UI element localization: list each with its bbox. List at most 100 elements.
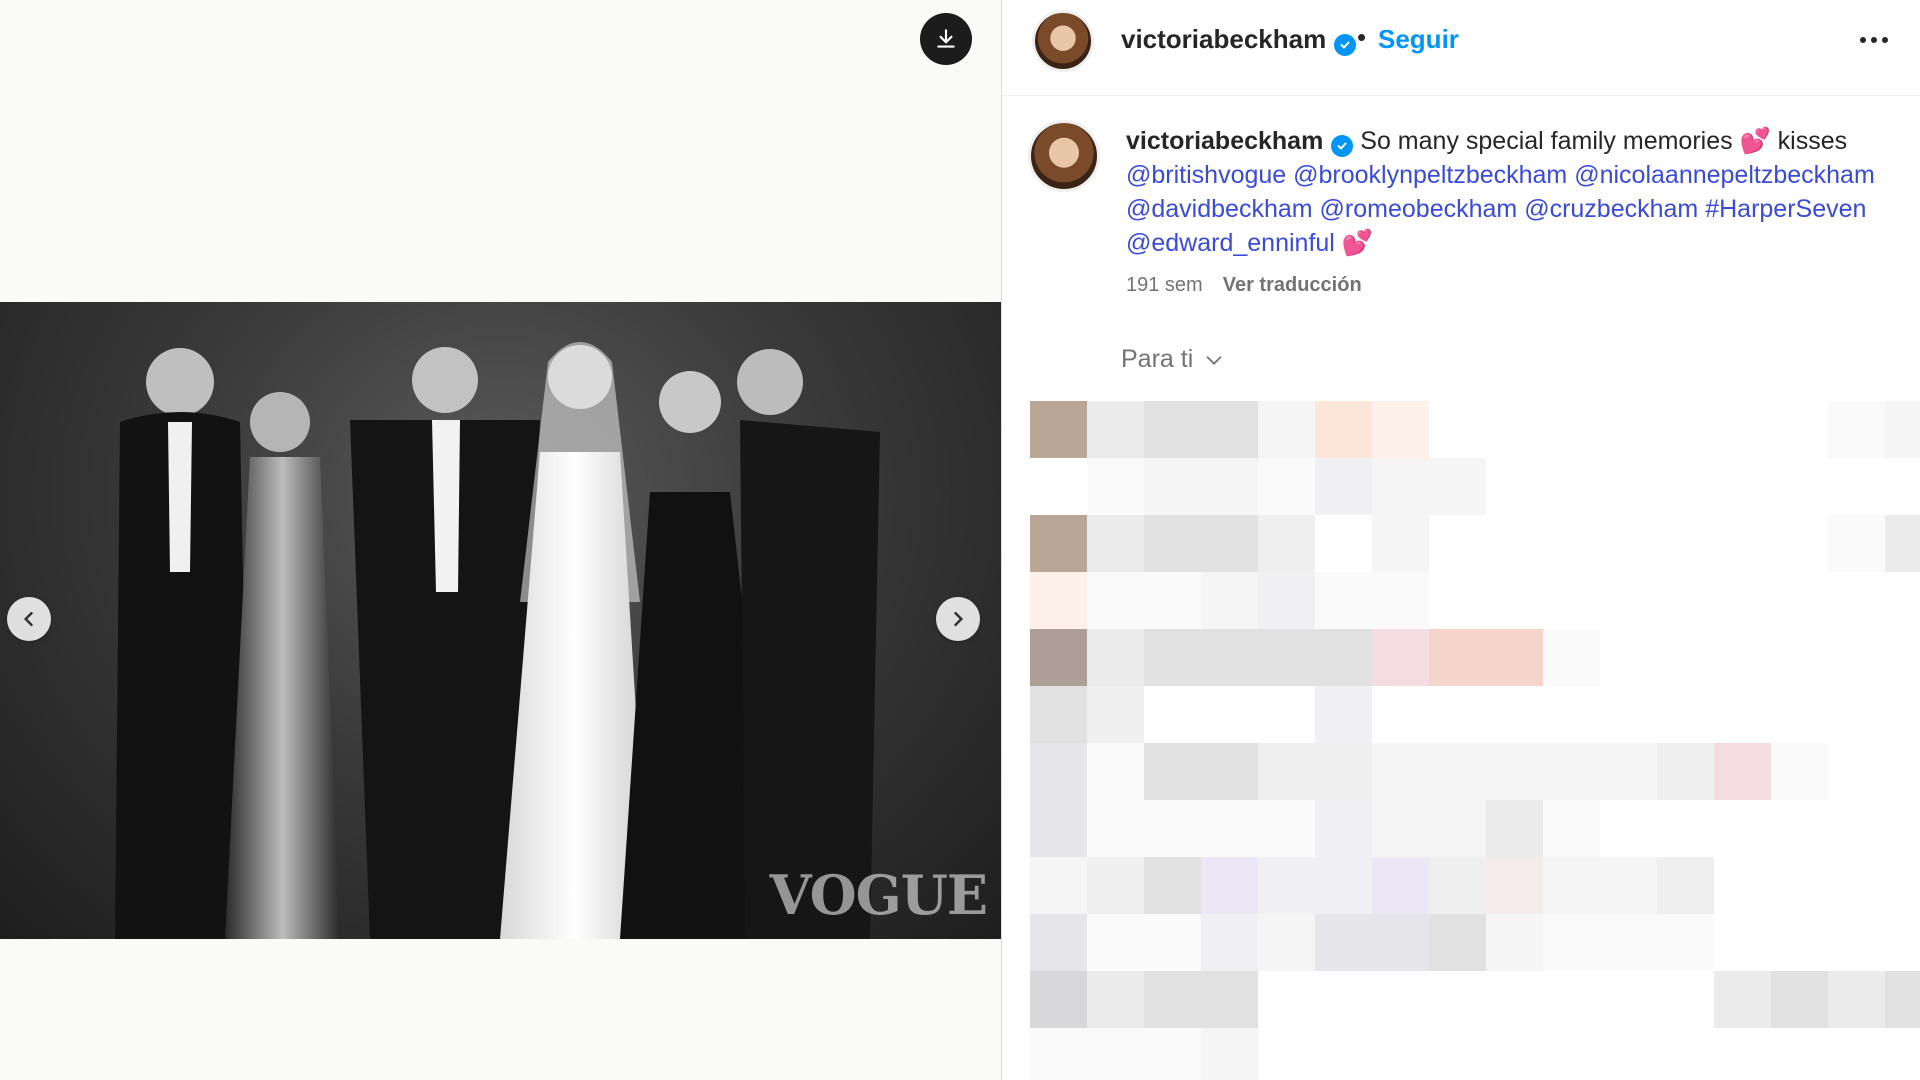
blurred-tile bbox=[1714, 1028, 1771, 1080]
blurred-tile bbox=[1885, 857, 1920, 914]
next-photo-button[interactable] bbox=[936, 597, 980, 641]
blurred-tile bbox=[1030, 515, 1087, 572]
blurred-tile bbox=[1429, 1028, 1486, 1080]
blurred-tile bbox=[1315, 572, 1372, 629]
blurred-tile bbox=[1087, 686, 1144, 743]
blurred-tile bbox=[1600, 971, 1657, 1028]
previous-photo-button[interactable] bbox=[7, 597, 51, 641]
post-caption: victoriabeckham So many special family m… bbox=[1126, 124, 1886, 260]
blurred-tile bbox=[1828, 515, 1885, 572]
blurred-tile bbox=[1429, 458, 1486, 515]
blurred-tile bbox=[1201, 914, 1258, 971]
blurred-tile bbox=[1543, 857, 1600, 914]
blurred-tile bbox=[1771, 743, 1828, 800]
mention-link[interactable]: @brooklynpeltzbeckham bbox=[1293, 161, 1567, 189]
hashtag-link[interactable]: #HarperSeven bbox=[1705, 195, 1866, 223]
mention-link[interactable]: @davidbeckham bbox=[1126, 195, 1313, 223]
blurred-tile bbox=[1486, 800, 1543, 857]
download-button[interactable] bbox=[920, 13, 972, 65]
blurred-tile bbox=[1315, 515, 1372, 572]
blurred-tile bbox=[1144, 515, 1201, 572]
chevron-down-icon bbox=[1206, 355, 1222, 365]
blurred-tile bbox=[1030, 629, 1087, 686]
mention-link[interactable]: @romeobeckham bbox=[1320, 195, 1518, 223]
blurred-tile bbox=[1372, 971, 1429, 1028]
blurred-tile bbox=[1144, 458, 1201, 515]
blurred-tile bbox=[1885, 914, 1920, 971]
blurred-tile bbox=[1372, 1028, 1429, 1080]
blurred-tile bbox=[1030, 914, 1087, 971]
header-username[interactable]: victoriabeckham bbox=[1121, 24, 1357, 56]
blurred-tile bbox=[1315, 800, 1372, 857]
blurred-tile bbox=[1543, 686, 1600, 743]
blurred-tile bbox=[1372, 857, 1429, 914]
blurred-tile bbox=[1030, 857, 1087, 914]
blurred-tile bbox=[1087, 914, 1144, 971]
blurred-tile bbox=[1543, 458, 1600, 515]
blurred-tile bbox=[1315, 914, 1372, 971]
blurred-tile bbox=[1543, 800, 1600, 857]
blurred-tile bbox=[1600, 401, 1657, 458]
blurred-tile bbox=[1828, 686, 1885, 743]
blurred-tile bbox=[1543, 914, 1600, 971]
blurred-tile bbox=[1486, 1028, 1543, 1080]
blurred-tile bbox=[1429, 914, 1486, 971]
blurred-tile bbox=[1144, 686, 1201, 743]
blurred-tile bbox=[1600, 1028, 1657, 1080]
chevron-right-icon bbox=[954, 611, 964, 627]
blurred-tile bbox=[1144, 857, 1201, 914]
follow-button[interactable]: Seguir bbox=[1378, 24, 1459, 55]
mention-link[interactable]: @edward_enninful bbox=[1126, 229, 1335, 257]
blurred-tile bbox=[1771, 857, 1828, 914]
blurred-tile bbox=[1885, 515, 1920, 572]
blurred-tile bbox=[1714, 458, 1771, 515]
blurred-tile bbox=[1771, 458, 1828, 515]
blurred-tile bbox=[1372, 914, 1429, 971]
blurred-tile bbox=[1429, 515, 1486, 572]
blurred-tile bbox=[1429, 743, 1486, 800]
blurred-tile bbox=[1144, 800, 1201, 857]
blurred-tile bbox=[1087, 458, 1144, 515]
blurred-tile bbox=[1885, 971, 1920, 1028]
blurred-tile bbox=[1714, 572, 1771, 629]
verified-badge-icon bbox=[1334, 34, 1357, 56]
avatar[interactable] bbox=[1032, 10, 1094, 72]
blurred-tile bbox=[1543, 1028, 1600, 1080]
caption-text-after: kisses bbox=[1777, 127, 1848, 155]
blurred-tile bbox=[1885, 401, 1920, 458]
blurred-tile bbox=[1258, 629, 1315, 686]
post-time: 191 sem bbox=[1126, 274, 1203, 296]
caption-username[interactable]: victoriabeckham bbox=[1126, 127, 1323, 155]
blurred-tile bbox=[1087, 515, 1144, 572]
blurred-tile bbox=[1828, 401, 1885, 458]
for-you-dropdown[interactable]: Para ti bbox=[1121, 345, 1225, 374]
blurred-tile bbox=[1543, 401, 1600, 458]
blurred-tile bbox=[1372, 401, 1429, 458]
family-portrait-image bbox=[115, 342, 880, 939]
blurred-tile bbox=[1087, 743, 1144, 800]
for-you-label: Para ti bbox=[1121, 345, 1194, 373]
blurred-tile bbox=[1030, 572, 1087, 629]
blurred-tile bbox=[1657, 971, 1714, 1028]
mention-link[interactable]: @nicolaannepeltzbeckham bbox=[1574, 161, 1875, 189]
mention-link[interactable]: @cruzbeckham bbox=[1524, 195, 1698, 223]
caption-avatar[interactable] bbox=[1028, 120, 1100, 192]
blurred-tile bbox=[1258, 743, 1315, 800]
blurred-tile bbox=[1144, 401, 1201, 458]
blurred-tile bbox=[1429, 629, 1486, 686]
blurred-tile bbox=[1486, 857, 1543, 914]
blurred-tile bbox=[1771, 800, 1828, 857]
post-photo[interactable]: VOGUE bbox=[0, 302, 1001, 939]
header-username-text[interactable]: victoriabeckham bbox=[1121, 24, 1326, 54]
blurred-tile bbox=[1771, 629, 1828, 686]
mention-link[interactable]: @britishvogue bbox=[1126, 161, 1286, 189]
blurred-tile bbox=[1828, 458, 1885, 515]
blurred-tile bbox=[1657, 914, 1714, 971]
more-horizontal-icon[interactable] bbox=[1860, 30, 1896, 50]
blurred-tile bbox=[1201, 686, 1258, 743]
blurred-tile bbox=[1429, 686, 1486, 743]
blurred-tile bbox=[1486, 971, 1543, 1028]
blurred-tile bbox=[1144, 629, 1201, 686]
see-translation-button[interactable]: Ver traducción bbox=[1223, 274, 1362, 296]
blurred-tile bbox=[1771, 515, 1828, 572]
